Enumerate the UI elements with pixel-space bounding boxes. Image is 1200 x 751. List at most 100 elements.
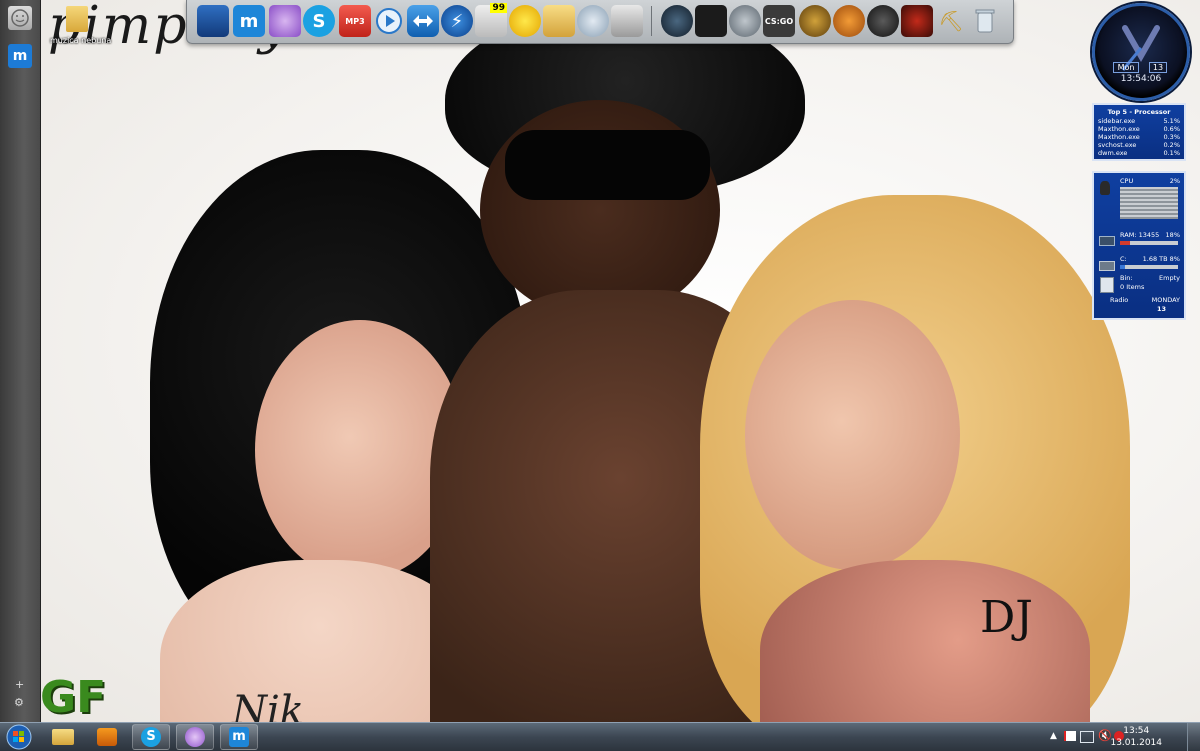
taskbar: S m ▲ 🔇 13:54 13.01.2014 [0, 722, 1200, 751]
teamviewer-icon[interactable] [407, 5, 439, 37]
taskbar-clock[interactable]: 13:54 13.01.2014 [1110, 725, 1162, 749]
system-monitor-gadget: CPU 2% RAM: 13455 18% C: 1.68 TB 8% Bin:… [1092, 171, 1186, 320]
smiley-button[interactable] [8, 6, 32, 30]
recycle-bin-gadget-icon[interactable] [1100, 277, 1114, 293]
process-name: Maxthon.exe [1098, 125, 1140, 133]
maxthon-icon[interactable]: m [233, 5, 265, 37]
network-icon[interactable] [197, 5, 229, 37]
wallpaper-sunglasses [505, 130, 710, 200]
clock-day: Mon [1113, 62, 1139, 73]
pickaxe-icon[interactable]: ⛏ [935, 5, 967, 37]
taskbar-explorer[interactable] [44, 724, 82, 750]
game-logo-icon[interactable] [867, 5, 899, 37]
taskbar-yahoo-messenger[interactable] [176, 724, 214, 750]
disk-icon [1099, 261, 1115, 271]
disk-value: 1.68 TB 8% [1142, 255, 1180, 263]
process-name: svchost.exe [1098, 141, 1137, 149]
mp3-converter-icon[interactable]: MP3 [339, 5, 371, 37]
double-arrow-icon [413, 15, 433, 27]
clock-date: 13 [1149, 62, 1167, 73]
maxthon-sidebar-button[interactable]: m [8, 44, 32, 68]
network-tool-icon[interactable] [577, 5, 609, 37]
yahoo-messenger-icon [185, 727, 205, 747]
gadget-settings-button[interactable]: ⚙ [14, 697, 26, 709]
system-tray: ▲ 🔇 13:54 13.01.2014 [1050, 723, 1200, 751]
ram-value: 18% [1165, 231, 1180, 239]
clock-gadget[interactable]: Mon 13 13:54:06 [1092, 3, 1190, 101]
process-value: 5.1% [1163, 117, 1180, 125]
ram-bar-fill [1120, 241, 1131, 245]
folder-icon [52, 729, 74, 745]
top-processes-gadget: Top 5 - Processor sidebar.exe 5.1% Maxth… [1092, 103, 1186, 161]
radio-button[interactable]: Radio [1110, 296, 1128, 304]
csgo-icon[interactable]: CS:GO [763, 5, 795, 37]
cpu-value: 2% [1169, 177, 1180, 185]
day-number: 13 [1156, 305, 1166, 313]
taskbar-skype[interactable]: S [132, 724, 170, 750]
ram-icon [1099, 236, 1115, 246]
clock-time: 13:54:06 [1120, 74, 1162, 84]
recycle-bin-icon[interactable] [969, 5, 1001, 37]
disk-bar [1120, 265, 1178, 269]
cpu-icon [1100, 181, 1110, 195]
bin-items: 0 Items [1120, 283, 1145, 291]
wallpaper-name-right: DJ [980, 592, 1033, 643]
process-row: dwm.exe 0.1% [1098, 149, 1180, 157]
windows-orb-icon [6, 724, 32, 750]
desktop-icon-label: muzica nebuna [50, 36, 112, 45]
desktop-icon-folder[interactable]: muzica nebuna [50, 6, 120, 48]
cpu-graph [1120, 187, 1178, 219]
skype-icon: S [141, 727, 161, 747]
left4dead2-icon[interactable] [799, 5, 831, 37]
action-center-icon[interactable] [1064, 731, 1076, 741]
desktop-wallpaper: pimp my XD Nik DJ GF [0, 0, 1200, 750]
bin-value: Empty [1159, 274, 1180, 282]
yahoo-messenger-icon[interactable] [269, 5, 301, 37]
process-value: 0.3% [1163, 133, 1180, 141]
chart-tool-icon[interactable] [695, 5, 727, 37]
smiley-icon[interactable] [509, 5, 541, 37]
skype-icon[interactable]: S [303, 5, 335, 37]
fortress2-icon[interactable] [833, 5, 865, 37]
taskbar-media-player[interactable] [88, 724, 126, 750]
ram-label: RAM: 13455 [1120, 231, 1160, 239]
media-player-icon[interactable] [373, 5, 405, 37]
csgo-label: CS:GO [764, 16, 794, 26]
tray-expand-icon[interactable]: ▲ [1050, 731, 1057, 741]
recycle-tool-icon[interactable] [611, 5, 643, 37]
show-desktop-button[interactable] [1187, 723, 1200, 751]
process-name: Maxthon.exe [1098, 133, 1140, 141]
ram-bar [1120, 241, 1178, 245]
maxthon-icon: m [12, 48, 28, 64]
taskbar-maxthon[interactable]: m [220, 724, 258, 750]
clock-face-icon [1121, 25, 1160, 71]
maxthon-icon: m [229, 727, 249, 747]
process-row: sidebar.exe 5.1% [1098, 117, 1180, 125]
flash-icon[interactable]: ⚡ [441, 5, 473, 37]
network-tray-icon[interactable] [1080, 731, 1094, 743]
process-value: 0.1% [1163, 149, 1180, 157]
corner-logo: GF [40, 672, 107, 723]
taskbar-time: 13:54 [1123, 726, 1150, 736]
steam-icon[interactable] [661, 5, 693, 37]
weekday-label: MONDAY [1151, 296, 1180, 304]
disk-label: C: [1120, 255, 1127, 263]
taskbar-date: 13.01.2014 [1110, 738, 1162, 748]
application-dock: m S MP3 ⚡ 99 CS:GO ⛏ [186, 0, 1014, 44]
add-gadget-button[interactable]: + [15, 679, 25, 690]
wallpaper-figure-right-face [745, 300, 960, 570]
process-value: 0.2% [1163, 141, 1180, 149]
process-name: sidebar.exe [1098, 117, 1136, 125]
disk-bar-fill [1120, 265, 1125, 269]
counter-99-icon[interactable]: 99 [475, 3, 507, 37]
counter-strike-icon[interactable] [729, 5, 761, 37]
dock-separator [651, 6, 652, 36]
badge-99: 99 [490, 3, 507, 13]
cpu-label: CPU [1120, 177, 1134, 185]
smiley-face-icon [11, 9, 29, 27]
process-list: sidebar.exe 5.1% Maxthon.exe 0.6% Maxtho… [1094, 117, 1184, 157]
start-button[interactable] [4, 724, 34, 750]
downloads-folder-icon[interactable] [543, 5, 575, 37]
process-value: 0.6% [1163, 125, 1180, 133]
dota2-icon[interactable] [901, 5, 933, 37]
